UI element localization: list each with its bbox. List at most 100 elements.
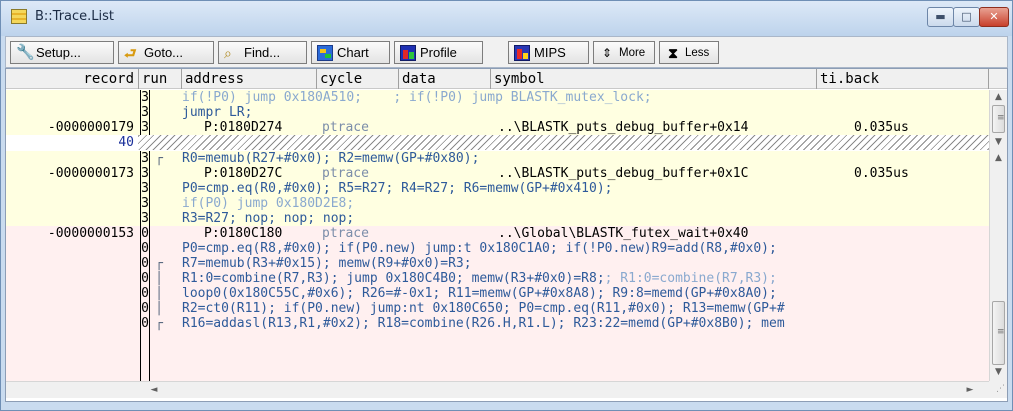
column-header-run[interactable]: run [138,69,182,89]
asm-text: P0=cmp.eq(R8,#0x0); if(P0.new) jump:t 0x… [182,241,777,256]
minimize-button[interactable]: ▬ [927,7,954,27]
resize-grip-icon[interactable]: ⋰ [989,381,1007,398]
run-cell: 0 [140,301,150,316]
column-header-symbol[interactable]: symbol [490,69,816,89]
cycle-cell: ptrace [322,226,369,241]
goto-label: Goto... [144,45,184,60]
trace-gap-row: 40 [6,135,989,150]
run-cell: 0 [140,241,150,256]
bracket-marker: │ [155,271,163,286]
trace-list-window: B::Trace.List ▬ □ ✕ 🔧 Setup... ⮐ Goto...… [0,0,1013,411]
asm-text: loop0(0x180C55C,#0x6); R26=#-0x1; R11=me… [182,286,777,301]
trace-list-icon [11,9,27,24]
thumb-grip-icon: ≡ [997,327,1005,337]
scroll-left-arrow-icon[interactable]: ◄ [146,382,162,398]
tiback-cell: 0.035us [854,120,909,135]
find-label: Find... [244,45,281,60]
scroll-down-arrow-icon[interactable]: ▼ [990,135,1007,150]
find-button[interactable]: ⌕ Find... [218,41,307,64]
address-cell: P:0180C180 [204,226,283,241]
setup-button[interactable]: 🔧 Setup... [10,41,114,64]
goto-icon: ⮐ [124,44,137,61]
scroll-right-arrow-icon[interactable]: ► [962,382,978,398]
less-button[interactable]: ⧗ Less [659,41,719,64]
profile-icon [400,44,416,61]
scroll-thumb[interactable]: ≡ [992,105,1005,133]
run-cell: 0 [140,316,150,331]
goto-button[interactable]: ⮐ Goto... [118,41,214,64]
run-cell: 0 [140,226,150,241]
trace-line-6[interactable]: 3 P0=cmp.eq(R0,#0x0); R5=R27; R4=R27; R6… [6,181,989,196]
column-header-address[interactable]: address [181,69,316,89]
run-cell: 3 [140,105,150,120]
title-bar[interactable]: B::Trace.List ▬ □ ✕ [1,1,1012,36]
trace-line-0[interactable]: 3 if(!P0) jump 0x180A510; ; if(!P0) jump… [6,90,989,105]
close-button[interactable]: ✕ [979,7,1009,27]
trace-record-row[interactable]: -0000000173 3 P:0180D27C ptrace ..\BLAST… [6,166,989,181]
mips-button[interactable]: MIPS [508,41,589,64]
chart-button[interactable]: Chart [311,41,390,64]
trace-line-1[interactable]: 3 jumpr LR; [6,105,989,120]
bracket-marker: ┌ [155,316,163,331]
trace-line-8[interactable]: 3 R3=R27; nop; nop; nop; [6,211,989,226]
trace-line-15[interactable]: 0 ┌ R16=addasl(R13,R1,#0x2); R18=combine… [6,316,989,331]
symbol-cell: ..\Global\BLASTK_futex_wait+0x40 [498,226,749,241]
trace-line-13[interactable]: 0 │ loop0(0x180C55C,#0x6); R26=#-0x1; R1… [6,286,989,301]
profile-button[interactable]: Profile [394,41,483,64]
tiback-cell: 0.035us [854,166,909,181]
scroll-thumb[interactable]: ≡ [992,301,1005,365]
scroll-up-arrow-icon[interactable]: ▲ [990,151,1007,166]
record-number: -0000000153 [47,226,134,241]
column-header-tiback[interactable]: ti.back [816,69,988,89]
run-column-rule [140,331,150,381]
scroll-down-arrow-icon[interactable]: ▼ [990,365,1007,380]
run-cell: 0 [140,271,150,286]
run-cell: 3 [140,151,150,166]
horizontal-scrollbar[interactable]: ◄ ► [6,381,989,398]
scroll-up-arrow-icon[interactable]: ▲ [990,90,1007,105]
trace-record-row[interactable]: -0000000153 0 P:0180C180 ptrace ..\Globa… [6,226,989,241]
column-header-cycle[interactable]: cycle [316,69,398,89]
trace-listing[interactable]: record run address cycle data symbol ti.… [5,68,1008,402]
lower-vertical-scrollbar[interactable]: ▲ ≡ ▼ [989,151,1007,381]
record-number: -0000000179 [47,120,134,135]
setup-label: Setup... [36,45,81,60]
trace-line-11[interactable]: 0 ┌ R7=memub(R3+#0x15); memw(R9+#0x0)=R3… [6,256,989,271]
asm-text: P0=cmp.eq(R0,#0x0); R5=R27; R4=R27; R6=m… [182,181,613,196]
run-cell: 3 [140,120,150,135]
more-button[interactable]: ⇕ More [593,41,655,64]
profile-label: Profile [420,45,457,60]
maximize-button[interactable]: □ [953,7,980,27]
less-label: Less [685,46,710,59]
run-cell: 0 [140,286,150,301]
trace-line-4[interactable]: 3 ┌ R0=memub(R27+#0x0); R2=memw(GP+#0x80… [6,151,989,166]
trace-line-10[interactable]: 0 P0=cmp.eq(R8,#0x0); if(P0.new) jump:t … [6,241,989,256]
upper-vertical-scrollbar[interactable]: ▲ ≡ ▼ [989,90,1007,151]
asm-text-group: R1:0=combine(R7,R3); jump 0x180C4B0; mem… [182,271,988,286]
mips-label: MIPS [534,45,566,60]
run-cell: 3 [140,211,150,226]
trace-line-7[interactable]: 3 if(P0) jump 0x180D2E8; [6,196,989,211]
toolbar: 🔧 Setup... ⮐ Goto... ⌕ Find... Chart Pro… [5,36,1008,68]
asm-text: R1:0=combine(R7,R3); jump 0x180C4B0; mem… [182,271,605,286]
cycle-cell: ptrace [322,120,369,135]
asm-text-comment: ; R1:0=combine(R7,R3); [604,271,777,286]
cycle-cell: ptrace [322,166,369,181]
asm-text: R3=R27; nop; nop; nop; [182,211,355,226]
trace-line-14[interactable]: 0 │ R2=ct0(R11); if(P0.new) jump:nt 0x18… [6,301,989,316]
run-cell: 3 [140,181,150,196]
asm-text: R2=ct0(R11); if(P0.new) jump:nt 0x180C65… [182,301,785,316]
more-icon: ⇕ [601,45,613,60]
column-header-record[interactable]: record [6,69,138,89]
symbol-cell: ..\BLASTK_puts_debug_buffer+0x14 [498,120,749,135]
trace-line-12[interactable]: 0 │ R1:0=combine(R7,R3); jump 0x180C4B0;… [6,271,989,286]
thumb-grip-icon: ≡ [997,113,1005,123]
trace-record-row[interactable]: -0000000179 3 P:0180D274 ptrace ..\BLAST… [6,120,989,135]
asm-text: R16=addasl(R13,R1,#0x2); R18=combine(R26… [182,316,785,331]
column-header-data[interactable]: data [398,69,490,89]
run-cell: 3 [140,166,150,181]
trace-empty-area [6,331,989,381]
asm-text: if(!P0) jump 0x180A510; ; if(!P0) jump B… [182,90,652,105]
window-title: B::Trace.List [35,9,115,24]
column-header-filler [988,69,1007,89]
